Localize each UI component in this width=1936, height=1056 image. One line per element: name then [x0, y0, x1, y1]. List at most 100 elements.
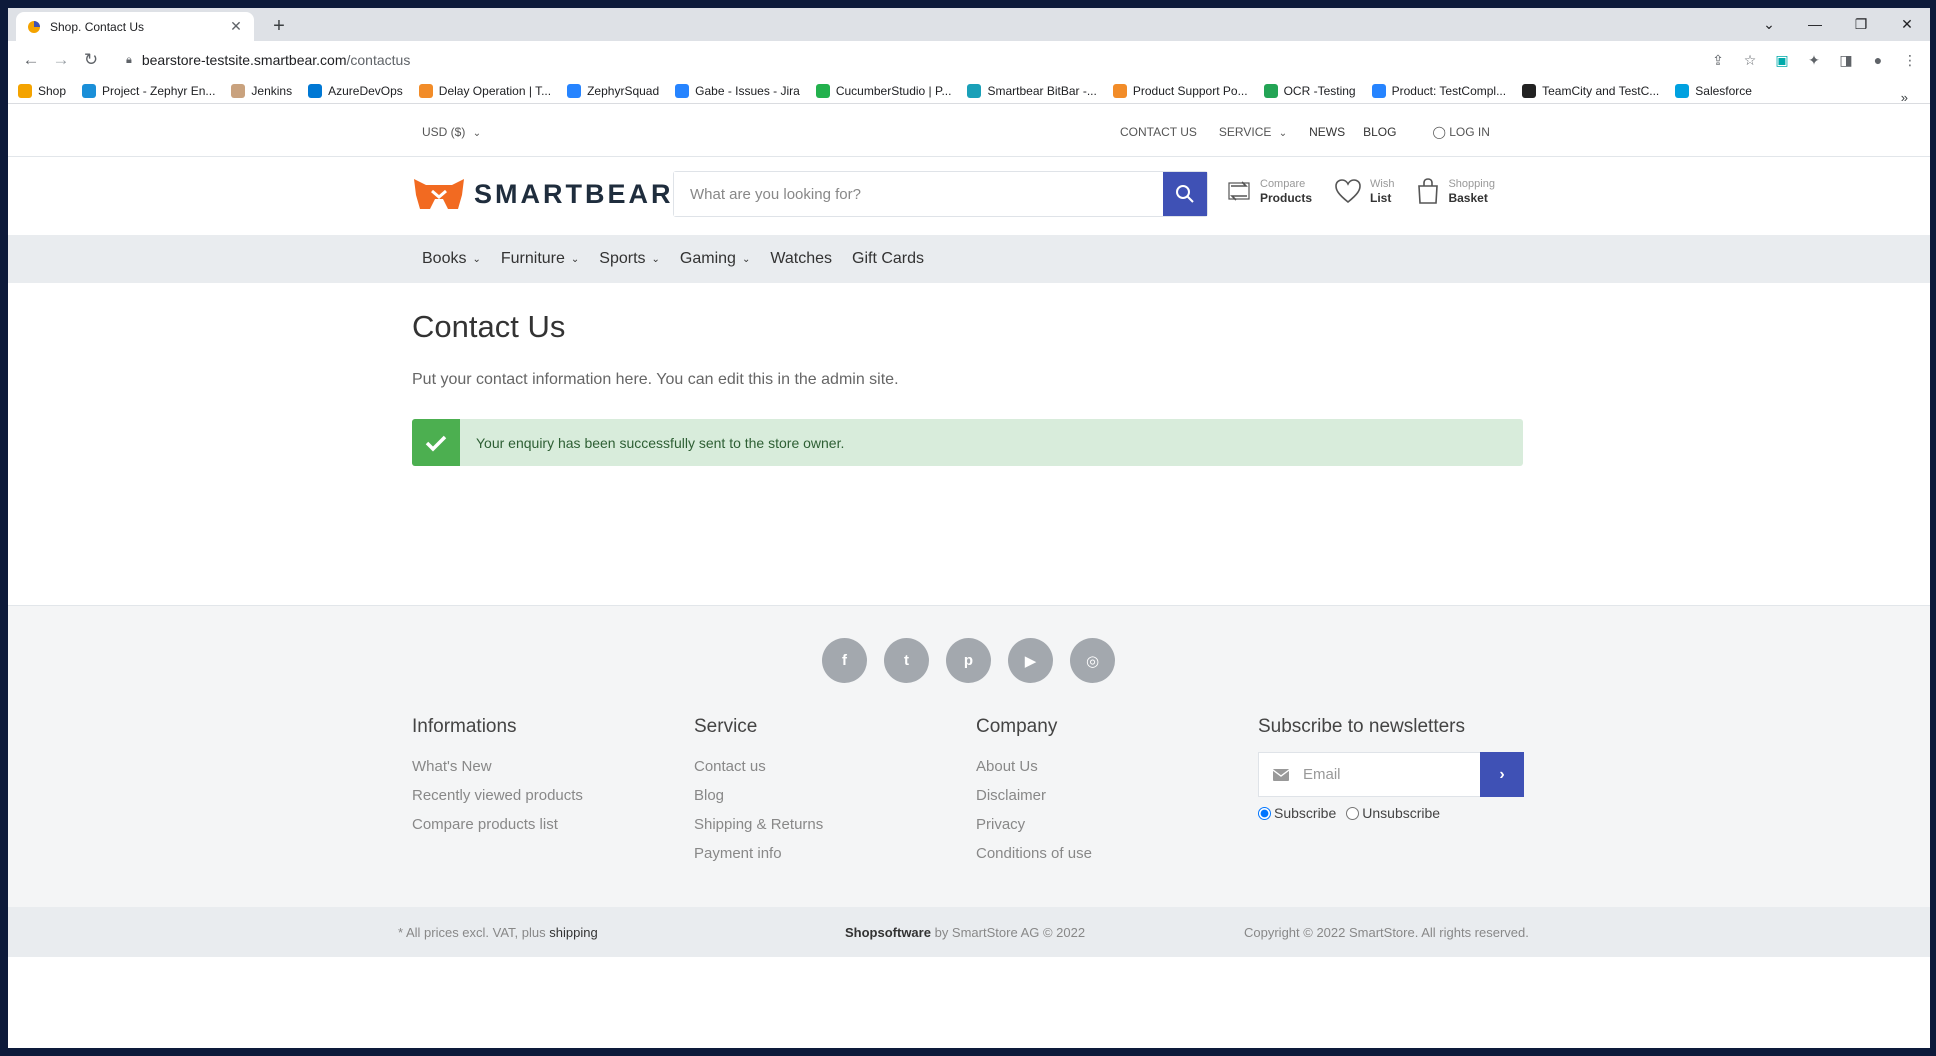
bookmark-item[interactable]: Product: TestCompl... [1371, 84, 1506, 98]
address-bar[interactable]: 🔒︎ bearstore-testsite.smartbear.com/cont… [112, 45, 1698, 75]
shopsoftware-link[interactable]: Shopsoftware [845, 925, 931, 940]
bookmark-favicon-icon [675, 84, 690, 98]
category-watches[interactable]: Watches [770, 250, 832, 268]
top-nav-news[interactable]: NEWS [1309, 125, 1345, 139]
bookmark-item[interactable]: Smartbear BitBar -... [967, 84, 1097, 98]
bookmark-label: Smartbear BitBar -... [987, 84, 1097, 98]
footer-link[interactable]: Recently viewed products [412, 781, 583, 810]
basket-small-label: Shopping [1448, 178, 1495, 190]
footer-link[interactable]: What's New [412, 752, 583, 781]
tab-close-icon[interactable]: ✕ [228, 18, 244, 35]
smartbear-logo[interactable]: SMARTBEAR [412, 177, 674, 211]
footer-link[interactable]: About Us [976, 752, 1092, 781]
by-text: by SmartStore AG © 2022 [934, 925, 1086, 940]
profile-avatar-icon[interactable]: ● [1866, 48, 1890, 72]
newsletter-form: › [1258, 752, 1524, 797]
top-nav-blog[interactable]: BLOG [1363, 125, 1396, 139]
pinterest-icon[interactable]: p [946, 638, 991, 683]
bookmark-item[interactable]: AzureDevOps [308, 84, 403, 98]
search-input[interactable] [674, 172, 1163, 216]
email-field[interactable] [1303, 766, 1443, 783]
side-panel-icon[interactable]: ◨ [1834, 48, 1858, 72]
top-nav: CONTACT US SERVICE ⌄ NEWS BLOG ◯ LOG IN [1120, 125, 1490, 139]
category-gift-cards[interactable]: Gift Cards [852, 250, 924, 268]
bookmark-item[interactable]: Delay Operation | T... [418, 84, 551, 98]
bookmark-item[interactable]: OCR -Testing [1263, 84, 1356, 98]
new-tab-button[interactable]: + [266, 14, 292, 40]
close-window-button[interactable]: ✕ [1884, 8, 1930, 41]
footer-link[interactable]: Disclaimer [976, 781, 1092, 810]
footer-link[interactable]: Privacy [976, 810, 1092, 839]
twitter-icon[interactable]: t [884, 638, 929, 683]
success-alert: Your enquiry has been successfully sent … [412, 419, 1523, 466]
menu-kebab-icon[interactable]: ⋮ [1898, 48, 1922, 72]
footer-link[interactable]: Payment info [694, 839, 823, 868]
top-nav-service[interactable]: SERVICE ⌄ [1219, 125, 1287, 139]
footer-link[interactable]: Contact us [694, 752, 823, 781]
compare-products-link[interactable]: Compare Products [1226, 177, 1312, 205]
wishlist-link[interactable]: Wish List [1334, 177, 1394, 205]
bookmark-item[interactable]: ZephyrSquad [567, 84, 659, 98]
bookmark-item[interactable]: Jenkins [231, 84, 292, 98]
bookmark-item[interactable]: Shop [18, 84, 66, 98]
youtube-icon[interactable]: ▶ [1008, 638, 1053, 683]
extension-icon[interactable]: ▣ [1770, 48, 1794, 72]
share-icon[interactable]: ⇪ [1706, 48, 1730, 72]
shopping-basket-link[interactable]: Shopping Basket [1416, 177, 1495, 205]
bookmark-item[interactable]: Salesforce [1675, 84, 1752, 98]
bookmark-star-icon[interactable]: ☆ [1738, 48, 1762, 72]
bear-logo-icon [414, 179, 464, 209]
tab-search-icon[interactable]: ⌄ [1746, 8, 1792, 41]
back-button[interactable]: ← [16, 45, 46, 75]
subscribe-radio[interactable] [1258, 806, 1271, 820]
category-books[interactable]: Books ⌄ [422, 250, 481, 268]
category-gaming[interactable]: Gaming ⌄ [680, 250, 750, 268]
bookmarks-bar: Shop Project - Zephyr En... Jenkins AzureDe… [8, 79, 1930, 104]
bookmarks-overflow-icon[interactable]: » [1901, 90, 1908, 105]
heart-icon [1335, 179, 1361, 204]
bookmark-item[interactable]: Project - Zephyr En... [82, 84, 215, 98]
lock-icon[interactable]: 🔒︎ [126, 54, 132, 67]
bookmark-item[interactable]: Product Support Po... [1112, 84, 1248, 98]
browser-tab[interactable]: Shop. Contact Us ✕ [16, 12, 254, 41]
instagram-icon[interactable]: ◎ [1070, 638, 1115, 683]
search-button[interactable] [1163, 172, 1207, 216]
extensions-puzzle-icon[interactable]: ✦ [1802, 48, 1826, 72]
compare-big-label: Products [1260, 191, 1313, 205]
browser-window: Shop. Contact Us ✕ + ⌄ — ❐ ✕ ← → ↻ 🔒︎ be… [8, 8, 1930, 1048]
forward-button[interactable]: → [46, 45, 76, 75]
bookmark-item[interactable]: TeamCity and TestC... [1522, 84, 1659, 98]
top-nav-login[interactable]: ◯ LOG IN [1432, 125, 1489, 139]
footer-link[interactable]: Compare products list [412, 810, 583, 839]
unsubscribe-option[interactable]: Unsubscribe [1346, 805, 1440, 821]
bookmark-favicon-icon [567, 84, 582, 98]
bookmark-item[interactable]: Gabe - Issues - Jira [675, 84, 800, 98]
footer-link[interactable]: Shipping & Returns [694, 810, 823, 839]
top-nav-contact[interactable]: CONTACT US [1120, 125, 1197, 139]
footer-link[interactable]: Blog [694, 781, 823, 810]
newsletter-submit-button[interactable]: › [1480, 752, 1524, 797]
subscribe-option[interactable]: Subscribe [1258, 805, 1336, 821]
site-header: SMARTBEAR CompareProducts WishList [8, 157, 1930, 235]
bookmark-item[interactable]: CucumberStudio | P... [815, 84, 951, 98]
shipping-link[interactable]: shipping [549, 925, 597, 940]
currency-label: USD ($) [422, 125, 466, 139]
facebook-icon[interactable]: f [822, 638, 867, 683]
footer-link[interactable]: Conditions of use [976, 839, 1092, 868]
category-furniture[interactable]: Furniture ⌄ [501, 250, 579, 268]
currency-selector[interactable]: USD ($) ⌄ [422, 125, 481, 139]
bookmark-favicon-icon [1112, 84, 1127, 98]
bookmark-favicon-icon [1522, 84, 1537, 98]
footer-heading: Service [694, 716, 758, 737]
wish-small-label: Wish [1370, 178, 1395, 190]
restore-button[interactable]: ❐ [1838, 8, 1884, 41]
chevron-right-icon: › [1499, 765, 1505, 783]
reload-button[interactable]: ↻ [76, 45, 106, 75]
minimize-button[interactable]: — [1792, 8, 1838, 41]
bookmark-label: Jenkins [251, 84, 293, 98]
shop-favicon-icon [28, 20, 40, 33]
category-sports[interactable]: Sports ⌄ [599, 250, 660, 268]
checkmark-icon [412, 419, 460, 466]
unsubscribe-radio[interactable] [1346, 806, 1360, 820]
url-path: /contactus [346, 52, 411, 68]
